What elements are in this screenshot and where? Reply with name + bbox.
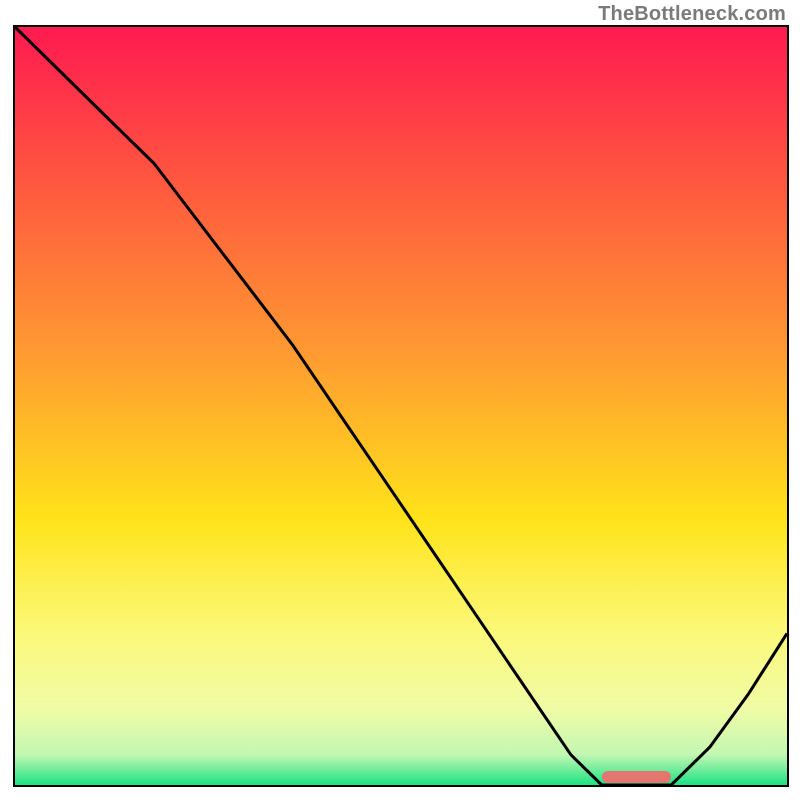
bottleneck-curve <box>15 27 787 785</box>
plot-area <box>13 25 789 787</box>
curve-layer <box>15 27 787 785</box>
watermark-text: TheBottleneck.com <box>598 3 786 26</box>
optimal-range-marker <box>602 771 671 783</box>
chart-container: TheBottleneck.com <box>0 0 800 800</box>
